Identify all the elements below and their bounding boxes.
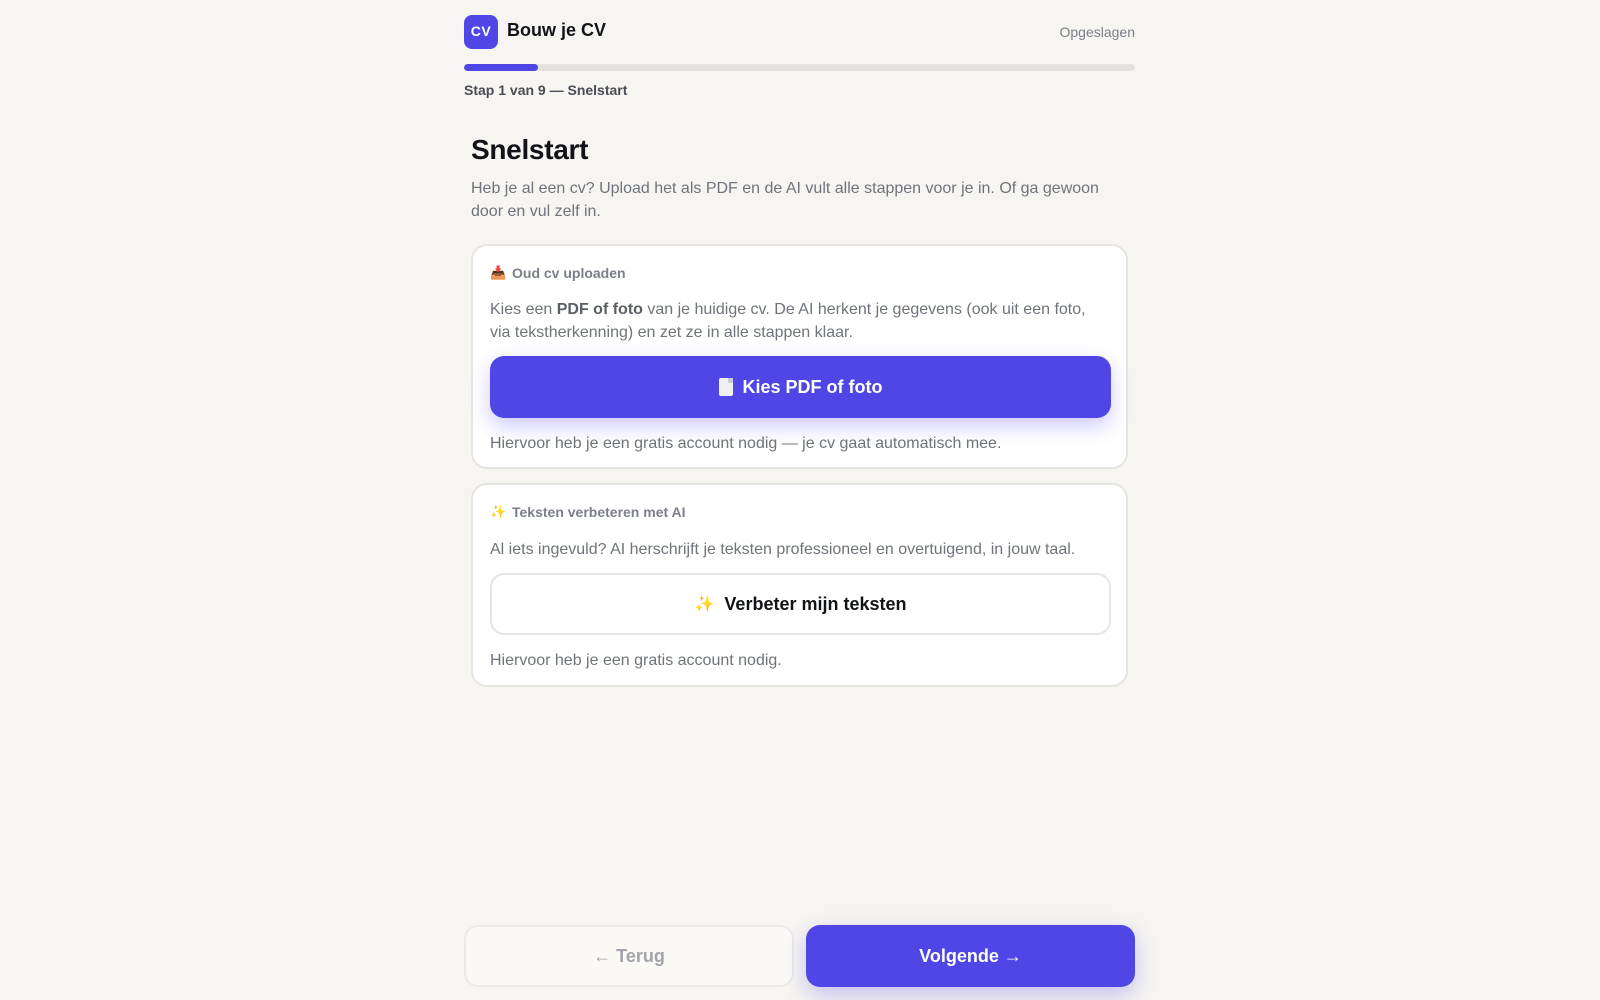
upload-card-body-prefix: Kies een <box>490 301 557 318</box>
ai-card-body: Al iets ingevuld? AI herschrijft je teks… <box>490 541 1076 558</box>
upload-card-header: 📥 Oud cv uploaden <box>490 264 1109 282</box>
app-logo[interactable]: CV <box>464 15 498 49</box>
ai-improve-card: ✨ Teksten verbeteren met AI Al iets inge… <box>471 483 1128 687</box>
save-status: Opgeslagen <box>1059 24 1135 40</box>
page-description: Heb je al een cv? Upload het als PDF en … <box>471 180 1099 220</box>
app-title: Bouw je CV <box>507 20 607 40</box>
ai-card-header: ✨ Teksten verbeteren met AI <box>490 503 1109 521</box>
progress-bar-fill <box>464 64 538 71</box>
progress-bar <box>464 64 1135 71</box>
app-header: CV Bouw je CV Opgeslagen <box>464 15 1135 49</box>
next-button[interactable]: Volgende → <box>806 925 1135 987</box>
wizard-container: CV Bouw je CV Opgeslagen Stap 1 van 9 — … <box>464 0 1135 1000</box>
sparkles-icon: ✨ <box>490 504 507 519</box>
document-icon <box>718 378 733 396</box>
sparkles-icon: ✨ <box>694 596 715 613</box>
choose-pdf-button-label: Kies PDF of foto <box>742 376 883 397</box>
page-title: Snelstart <box>471 134 589 165</box>
inbox-tray-icon: 📥 <box>490 265 507 280</box>
upload-card-title: Oud cv uploaden <box>512 265 626 281</box>
choose-pdf-button[interactable]: Kies PDF of foto <box>490 356 1111 418</box>
ai-card-title: Teksten verbeteren met AI <box>512 504 686 520</box>
upload-card: 📥 Oud cv uploaden Kies een PDF of foto v… <box>471 244 1128 469</box>
improve-texts-button-label: Verbeter mijn teksten <box>724 593 907 614</box>
ai-card-note: Hiervoor heb je een gratis account nodig… <box>490 652 782 669</box>
step-label: Stap 1 van 9 — Snelstart <box>464 82 628 98</box>
back-button[interactable]: ← Terug <box>464 925 794 987</box>
wizard-footer: ← Terug Volgende → <box>464 925 1135 987</box>
upload-card-note: Hiervoor heb je een gratis account nodig… <box>490 435 1002 452</box>
improve-texts-button[interactable]: ✨ Verbeter mijn teksten <box>490 573 1111 635</box>
main-content: Snelstart Heb je al een cv? Upload het a… <box>471 133 1128 687</box>
upload-card-body-bold: PDF of foto <box>556 301 643 318</box>
upload-card-body: Kies een PDF of foto van je huidige cv. … <box>490 298 1109 344</box>
